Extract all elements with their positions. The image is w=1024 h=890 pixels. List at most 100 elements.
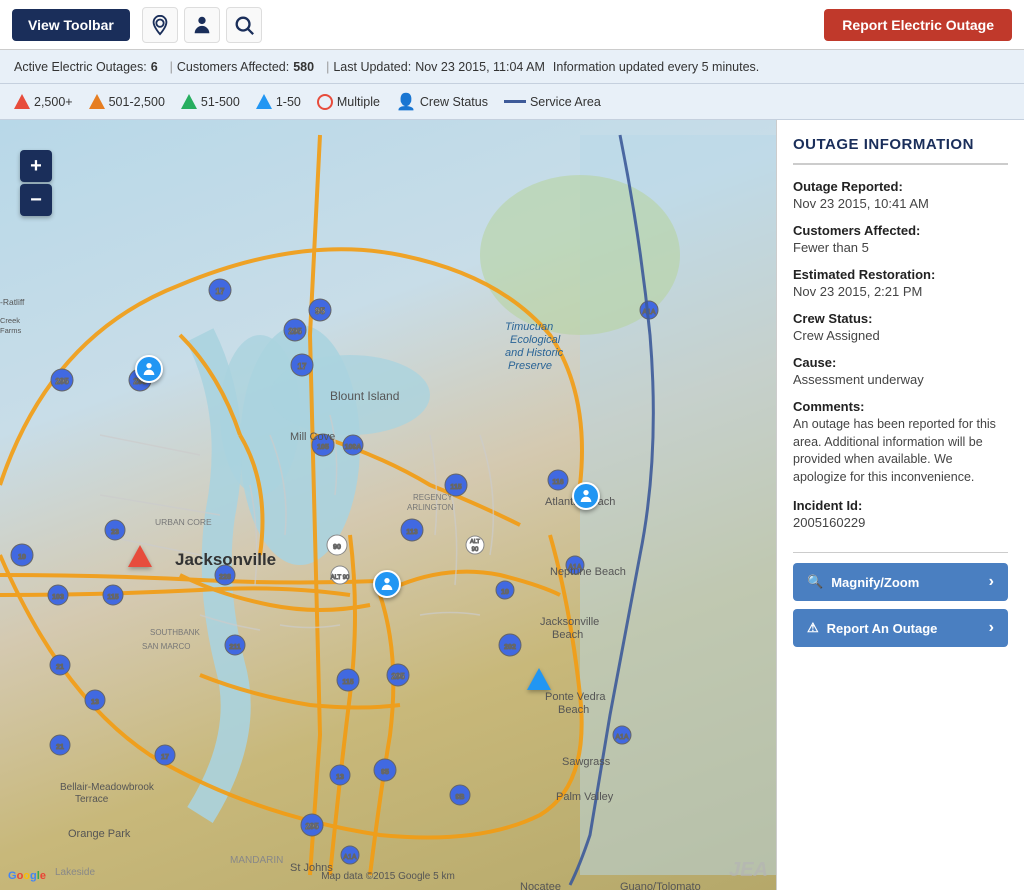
outage-reported-value: Nov 23 2015, 10:41 AM <box>793 196 1008 211</box>
svg-text:A1A: A1A <box>615 734 629 741</box>
zoom-in-button[interactable]: + <box>20 150 52 182</box>
svg-text:Terrace: Terrace <box>75 794 109 805</box>
map-credit: Map data ©2015 Google 5 km <box>321 871 455 882</box>
comments-field: Comments: An outage has been reported fo… <box>793 399 1008 486</box>
outage-info-title: OUTAGE INFORMATION <box>793 136 1008 165</box>
legend-bar: 2,500+ 501-2,500 51-500 1-50 Multiple 👤 … <box>0 84 1024 120</box>
svg-text:90: 90 <box>472 547 479 553</box>
svg-text:Neptune Beach: Neptune Beach <box>550 566 626 578</box>
svg-text:21: 21 <box>56 744 64 751</box>
active-outages-label: Active Electric Outages: <box>14 60 147 74</box>
zoom-controls: + − <box>20 150 52 216</box>
svg-text:295: 295 <box>55 377 69 386</box>
svg-text:Jacksonville: Jacksonville <box>175 550 276 569</box>
comments-label: Comments: <box>793 399 1008 414</box>
legend-51-500: 51-500 <box>181 94 240 109</box>
outage-marker-teal[interactable] <box>527 668 551 690</box>
svg-text:95: 95 <box>381 769 389 776</box>
crew-status-value: Crew Assigned <box>793 328 1008 343</box>
svg-text:103: 103 <box>52 594 64 601</box>
incident-id-field: Incident Id: 2005160229 <box>793 498 1008 530</box>
svg-text:Nocatee: Nocatee <box>520 881 561 890</box>
svg-text:Sawgrass: Sawgrass <box>562 756 611 768</box>
svg-text:13: 13 <box>336 774 344 781</box>
legend-crew-status: 👤 Crew Status <box>396 92 488 112</box>
estimated-restoration-value: Nov 23 2015, 2:21 PM <box>793 284 1008 299</box>
panel-divider <box>793 552 1008 553</box>
svg-text:ALT 90: ALT 90 <box>331 575 350 581</box>
svg-text:Blount Island: Blount Island <box>330 389 399 403</box>
report-outage-button[interactable]: ⚠ Report An Outage › <box>793 609 1008 647</box>
svg-text:115: 115 <box>107 594 118 601</box>
search-icon[interactable] <box>226 7 262 43</box>
incident-id-label: Incident Id: <box>793 498 1008 513</box>
crew-marker-3[interactable] <box>572 482 600 510</box>
svg-text:295: 295 <box>391 672 405 681</box>
svg-text:A1A: A1A <box>343 854 357 861</box>
svg-text:ARLINGTON: ARLINGTON <box>407 503 454 512</box>
outage-marker-red[interactable] <box>128 545 152 567</box>
google-logo: Google <box>8 870 46 882</box>
report-chevron-icon: › <box>989 619 994 637</box>
zoom-out-button[interactable]: − <box>20 184 52 216</box>
crew-status-field: Crew Status: Crew Assigned <box>793 311 1008 343</box>
svg-text:116: 116 <box>552 479 563 486</box>
last-updated-value: Nov 23 2015, 11:04 AM <box>415 60 545 74</box>
active-outages-value: 6 <box>151 60 158 74</box>
header: View Toolbar Report Electric Outage <box>0 0 1024 50</box>
report-electric-outage-button[interactable]: Report Electric Outage <box>824 9 1012 41</box>
svg-text:113: 113 <box>406 529 417 536</box>
legend-501-2500: 501-2,500 <box>89 94 165 109</box>
svg-text:Lakeside: Lakeside <box>55 867 95 878</box>
report-outage-label: Report An Outage <box>827 621 938 636</box>
cause-value: Assessment underway <box>793 372 1008 387</box>
svg-text:Guano/Tolomato: Guano/Tolomato <box>620 881 701 890</box>
warning-icon: ⚠ <box>807 620 819 636</box>
comments-value: An outage has been reported for this are… <box>793 416 1008 486</box>
magnify-zoom-button[interactable]: 🔍 Magnify/Zoom › <box>793 563 1008 601</box>
status-bar: Active Electric Outages: 6 | Customers A… <box>0 50 1024 84</box>
svg-text:202: 202 <box>504 644 516 651</box>
svg-text:REGENCY: REGENCY <box>413 493 453 502</box>
svg-text:Preserve: Preserve <box>508 360 552 372</box>
customers-affected-label-panel: Customers Affected: <box>793 223 1008 238</box>
location-icon[interactable] <box>142 7 178 43</box>
legend-1-50: 1-50 <box>256 94 301 109</box>
svg-text:228: 228 <box>219 574 231 581</box>
svg-text:115: 115 <box>342 679 353 686</box>
outage-reported-field: Outage Reported: Nov 23 2015, 10:41 AM <box>793 179 1008 211</box>
map-container[interactable]: 95 295 295 295 295 295 105 202 17 17 113… <box>0 120 776 890</box>
svg-text:Jacksonville: Jacksonville <box>540 616 599 628</box>
svg-text:Timucuan: Timucuan <box>505 321 553 333</box>
main-content: 95 295 295 295 295 295 105 202 17 17 113… <box>0 120 1024 890</box>
customers-affected-label: Customers Affected: <box>177 60 289 74</box>
crew-marker-2[interactable] <box>373 570 401 598</box>
svg-text:Beach: Beach <box>552 629 583 641</box>
crew-status-label: Crew Status: <box>793 311 1008 326</box>
cause-label: Cause: <box>793 355 1008 370</box>
svg-text:Ponte Vedra: Ponte Vedra <box>545 691 606 703</box>
map-background: 95 295 295 295 295 295 105 202 17 17 113… <box>0 120 776 890</box>
right-panel: OUTAGE INFORMATION Outage Reported: Nov … <box>776 120 1024 890</box>
estimated-restoration-field: Estimated Restoration: Nov 23 2015, 2:21… <box>793 267 1008 299</box>
magnify-chevron-icon: › <box>989 573 994 591</box>
view-toolbar-button[interactable]: View Toolbar <box>12 9 130 41</box>
customers-affected-value-panel: Fewer than 5 <box>793 240 1008 255</box>
svg-text:17: 17 <box>216 287 225 296</box>
svg-text:13: 13 <box>91 699 99 706</box>
svg-text:Palm Valley: Palm Valley <box>556 791 614 803</box>
legend-service-area: Service Area <box>504 95 601 109</box>
svg-text:and Historic: and Historic <box>505 347 564 359</box>
svg-text:URBAN CORE: URBAN CORE <box>155 517 212 527</box>
jea-logo: JEA <box>729 859 768 882</box>
svg-text:10: 10 <box>501 589 509 596</box>
svg-text:17: 17 <box>298 362 307 371</box>
crew-marker-1[interactable] <box>135 355 163 383</box>
legend-multiple: Multiple <box>317 94 380 110</box>
svg-text:ALT: ALT <box>470 539 480 545</box>
person-icon[interactable] <box>184 7 220 43</box>
update-note: Information updated every 5 minutes. <box>553 60 759 74</box>
svg-text:109A: 109A <box>345 444 362 451</box>
svg-text:Bellair-Meadowbrook: Bellair-Meadowbrook <box>60 782 155 793</box>
svg-text:17: 17 <box>161 754 169 761</box>
